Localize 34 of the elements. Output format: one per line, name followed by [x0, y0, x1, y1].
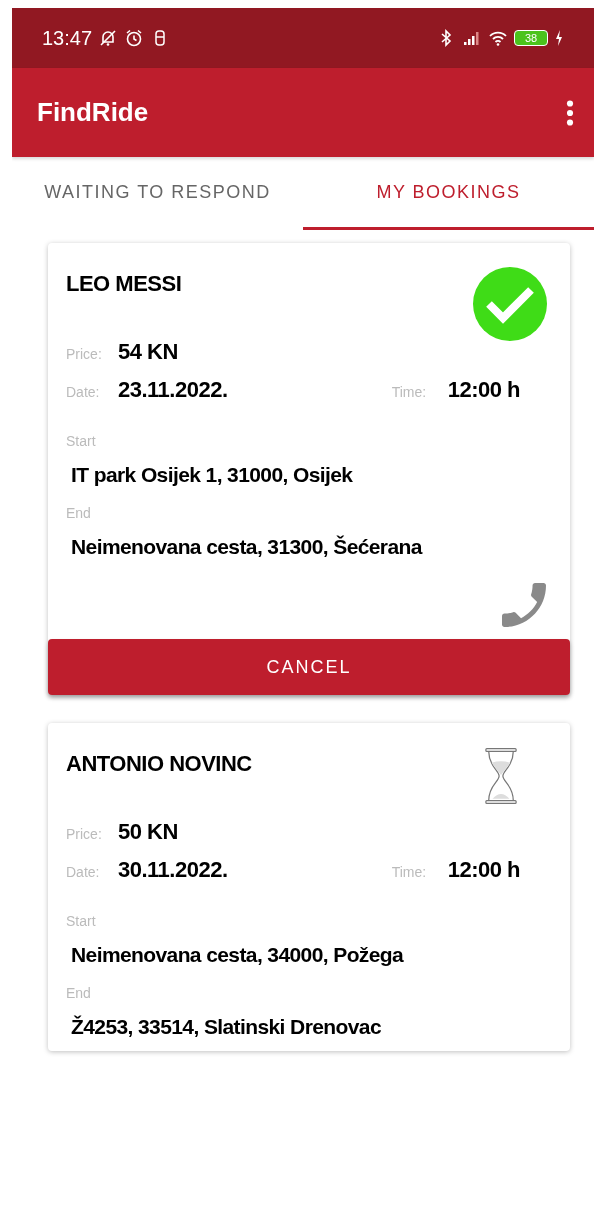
passenger-name: LEO MESSI: [66, 271, 182, 297]
time-value: 12:00 h: [447, 857, 520, 883]
date-value: 30.11.2022.: [118, 857, 228, 883]
end-address: Neimenovana cesta, 31300, Šećerana: [71, 535, 424, 559]
field-label: Price:: [66, 346, 103, 362]
field-label: End: [66, 985, 92, 1001]
field-label: Date:: [66, 864, 101, 880]
tab[interactable]: MY BOOKINGS: [303, 157, 594, 230]
field-label: Date:: [66, 384, 101, 400]
passenger-name: ANTONIO NOVINC: [66, 751, 252, 777]
price-value: 50 KN: [118, 819, 178, 845]
battery-level: 38: [524, 32, 538, 44]
start-address: IT park Osijek 1, 31000, Osijek: [71, 463, 354, 487]
field-label: Time:: [391, 864, 428, 880]
charging-bolt-icon: [554, 28, 564, 48]
start-address: Neimenovana cesta, 34000, Požega: [71, 943, 405, 967]
check-circle-icon: [472, 266, 548, 342]
field-label: Time:: [391, 384, 428, 400]
hourglass-icon: [484, 747, 518, 805]
field-label: Start: [66, 913, 97, 929]
field-label: Start: [66, 433, 97, 449]
app-title: FindRide: [37, 97, 149, 128]
time-value: 12:00 h: [447, 377, 520, 403]
end-address: Ž4253, 33514, Slatinski Drenovac: [71, 1015, 382, 1039]
cancel-button[interactable]: CANCEL: [48, 639, 570, 695]
price-value: 54 KN: [118, 339, 178, 365]
clock-time: 13:47: [42, 26, 93, 50]
more-icon: [566, 99, 574, 126]
muted-bell-icon: [98, 28, 119, 48]
tab[interactable]: WAITING TO RESPOND: [12, 157, 303, 230]
field-label: Price:: [66, 826, 103, 842]
phone-icon[interactable]: [502, 583, 546, 627]
field-label: End: [66, 505, 92, 521]
date-value: 23.11.2022.: [118, 377, 228, 403]
